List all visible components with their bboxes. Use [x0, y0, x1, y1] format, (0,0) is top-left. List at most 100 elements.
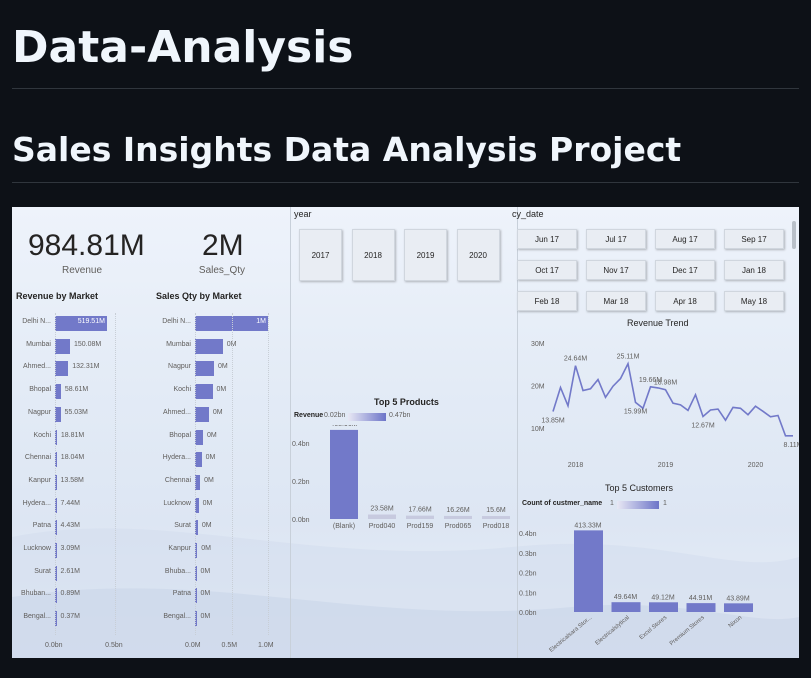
- date-slicer-button[interactable]: Mar 18: [586, 291, 646, 311]
- market-label: Bhuban...: [21, 590, 51, 598]
- sales-qty-by-market-chart[interactable]: Delhi N... 1M Mumbai 0M Nagpur 0M Kochi 0M Ahmed…: [152, 311, 292, 656]
- market-label: Lucknow: [23, 545, 51, 552]
- subtitle-divider: [12, 182, 799, 183]
- date-slicer-button[interactable]: Sep 17: [724, 229, 784, 249]
- trend-data-label: 15.99M: [624, 408, 648, 415]
- market-label: Bengal...: [163, 613, 191, 621]
- market-bar[interactable]: [55, 338, 70, 354]
- market-label: Nagpur: [168, 363, 191, 371]
- market-bar[interactable]: [195, 429, 204, 445]
- trend-data-label: 13.85M: [541, 417, 565, 424]
- y-axis-tick: 0.1bn: [519, 590, 537, 597]
- market-bar-value: 18.04M: [60, 454, 85, 462]
- market-bar-value: 2.61M: [60, 567, 80, 575]
- x-axis-tick: 2020: [748, 462, 764, 469]
- market-bar-value: 0M: [202, 499, 213, 507]
- market-bar-value: 0M: [212, 408, 223, 416]
- market-label: Delhi N...: [22, 318, 51, 325]
- year-slicer-button[interactable]: 2020: [456, 229, 500, 281]
- x-axis-tick: 2018: [568, 462, 584, 469]
- customer-bar-value: 44.91M: [689, 595, 713, 602]
- market-bar[interactable]: [195, 384, 213, 400]
- market-bar-value: 0M: [201, 522, 212, 530]
- market-bar-value: 519.51M: [77, 318, 105, 325]
- x-axis-tick: 2019: [658, 462, 674, 469]
- y-axis-tick: 0.0bn: [519, 610, 537, 617]
- date-slicer-button[interactable]: Aug 17: [655, 229, 715, 249]
- customer-bar-value: 49.64M: [614, 594, 638, 601]
- date-slicer-button[interactable]: Nov 17: [586, 260, 646, 280]
- market-bar-value: 0M: [200, 567, 211, 575]
- date-slicer-button[interactable]: Feb 18: [517, 291, 577, 311]
- market-bar-value: 0.37M: [60, 613, 80, 621]
- revenue-trend-title: Revenue Trend: [627, 318, 689, 328]
- date-slicer-button[interactable]: Apr 18: [655, 291, 715, 311]
- product-bar: [482, 516, 510, 519]
- year-slicer-button[interactable]: 2017: [299, 229, 342, 281]
- top-products-chart[interactable]: 0.4bn 0.2bn 0.0bn 468.96M (Blank) 23.58M Prod0…: [290, 425, 517, 545]
- date-slicer-button[interactable]: Oct 17: [517, 260, 577, 280]
- y-axis-tick: 0.2bn: [292, 479, 310, 486]
- market-bar-value: 13.58M: [60, 476, 84, 484]
- dashboard-image: 984.81M Revenue 2M Sales_Qty Revenue by …: [12, 207, 799, 658]
- y-axis-tick: 10M: [531, 426, 545, 433]
- x-gridline: [195, 313, 196, 635]
- top-customers-chart[interactable]: 0.4bn 0.3bn 0.2bn 0.1bn 0.0bn 413.33M Electric…: [517, 512, 799, 658]
- customer-bar-value: 49.12M: [651, 594, 675, 601]
- market-bar-value: 4.43M: [60, 522, 80, 530]
- market-bar-value: 1M: [256, 318, 266, 325]
- market-label: Bhopal: [29, 386, 51, 394]
- revenue-by-market-title: Revenue by Market: [16, 291, 99, 301]
- product-bar: [368, 514, 396, 519]
- x-gridline: [55, 313, 56, 635]
- market-label: Surat: [174, 522, 191, 530]
- market-bar[interactable]: [195, 361, 214, 377]
- customer-bar-value: 43.89M: [726, 595, 750, 602]
- market-bar[interactable]: [55, 361, 69, 377]
- market-bar[interactable]: [195, 406, 209, 422]
- trend-data-label: 25.11M: [617, 354, 640, 361]
- market-label: Patna: [32, 522, 51, 530]
- market-label: Hydera...: [162, 454, 191, 462]
- date-slicer-button[interactable]: Jan 18: [724, 260, 784, 280]
- market-label: Kanpur: [28, 476, 51, 484]
- year-slicer-button[interactable]: 2019: [404, 229, 447, 281]
- product-bar-value: 23.58M: [370, 506, 394, 513]
- date-slicer-button[interactable]: Jun 17: [517, 229, 577, 249]
- x-axis-tick: 0.5bn: [105, 642, 123, 649]
- market-label: Mumbai: [26, 340, 51, 348]
- year-slicer-button[interactable]: 2018: [351, 229, 395, 281]
- market-label: Patna: [172, 590, 191, 598]
- market-label: Bhopal: [169, 431, 191, 439]
- market-bar-value: 0M: [200, 613, 211, 621]
- top-products-legend-gradient: [348, 413, 386, 421]
- market-bar-value: 7.44M: [60, 499, 80, 507]
- product-label: Prod040: [369, 523, 396, 530]
- product-bar: [444, 515, 472, 519]
- revenue-trend-chart[interactable]: 30M20M10M13.85M24.64M 25.11M15.99M19.66M1…: [517, 329, 799, 474]
- slicer-scrollbar[interactable]: [792, 221, 796, 249]
- date-slicer-button[interactable]: May 18: [724, 291, 784, 311]
- market-bar-value: 132.31M: [72, 363, 100, 371]
- revenue-by-market-chart[interactable]: Delhi N... 519.51M Mumbai 150.08M Ahmed... 13…: [12, 311, 152, 656]
- top-products-title: Top 5 Products: [374, 397, 439, 407]
- customer-bar: [574, 530, 603, 612]
- market-bar-value: 55.03M: [64, 408, 88, 416]
- product-label: Prod159: [407, 523, 434, 530]
- top-products-legend-title: Revenue: [294, 412, 324, 419]
- date-slicer-button[interactable]: Jul 17: [586, 229, 646, 249]
- customer-label: Electricalsara Stor...: [549, 615, 594, 654]
- market-bar[interactable]: [195, 338, 223, 354]
- page-title: Data-Analysis: [12, 22, 354, 73]
- customer-bar: [611, 602, 641, 612]
- market-bar-value: 3.09M: [60, 545, 80, 552]
- top-products-legend-max: 0.47bn: [389, 412, 411, 419]
- market-bar-value: 18.81M: [60, 431, 85, 439]
- revenue-trend-line: [552, 361, 793, 437]
- product-label: Prod065: [445, 523, 472, 530]
- product-bar: [330, 429, 358, 519]
- year-slicer-title: year: [294, 209, 312, 219]
- y-axis-tick: 0.3bn: [519, 551, 537, 558]
- top-customers-legend-title: Count of custmer_name: [522, 500, 603, 507]
- date-slicer-button[interactable]: Dec 17: [655, 260, 715, 280]
